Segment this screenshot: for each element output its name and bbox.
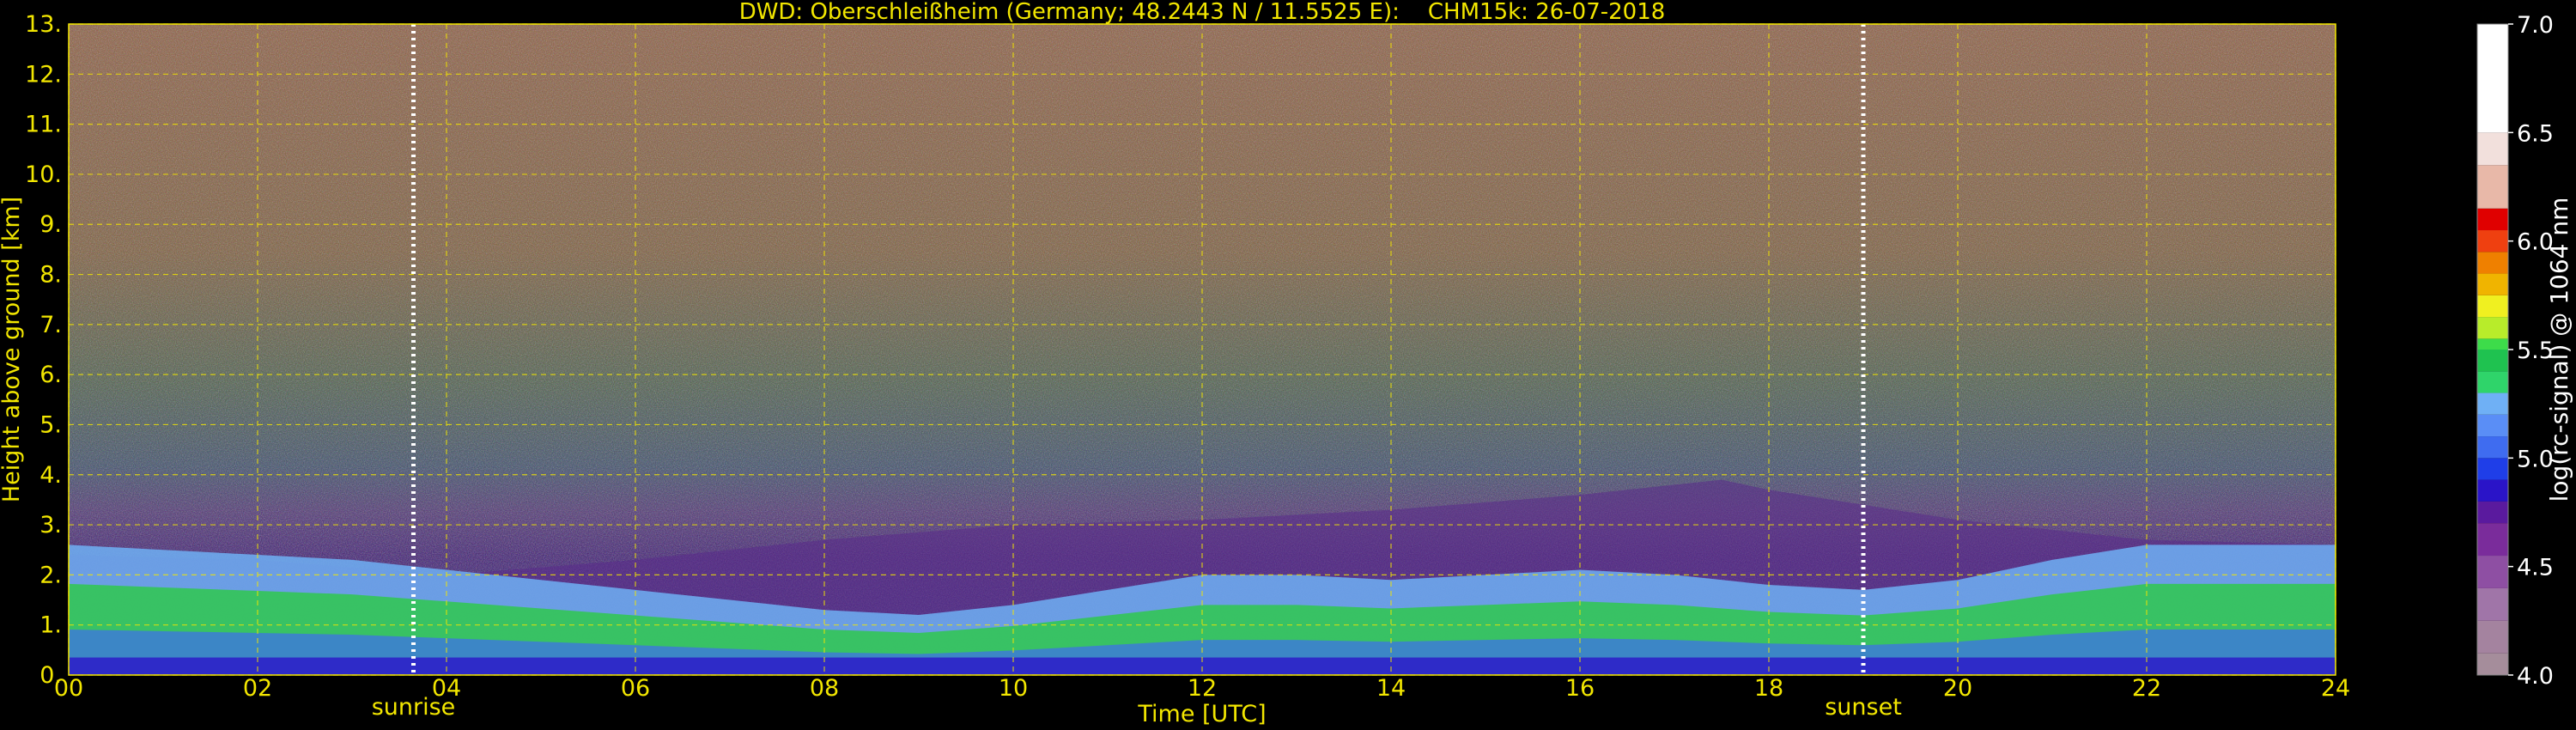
x-tick-label: 00: [54, 675, 83, 702]
colorbar-band: [2477, 653, 2508, 675]
colorbar-band: [2477, 252, 2508, 274]
plot-area: [68, 23, 2336, 676]
sunrise-label: sunrise: [372, 694, 456, 721]
colorbar-band: [2477, 479, 2508, 502]
colorbar-band: [2477, 317, 2508, 339]
y-tick-label: 11.: [25, 112, 62, 138]
y-tick-label: 2.: [39, 562, 62, 588]
colorbar-band: [2477, 24, 2508, 133]
colorbar-band: [2477, 273, 2508, 295]
colorbar-band: [2477, 338, 2508, 350]
y-tick-label: 8.: [39, 262, 62, 289]
x-tick-label: 02: [243, 675, 272, 702]
x-tick-label: 24: [2321, 675, 2350, 702]
colorbar-band: [2477, 620, 2508, 654]
y-tick-label: 6.: [39, 362, 62, 388]
chart-title: DWD: Oberschleißheim (Germany; 48.2443 N…: [739, 0, 1666, 25]
x-tick-label: 18: [1754, 675, 1783, 702]
colorbar-tick-label: 4.0: [2517, 663, 2554, 690]
x-tick-label: 16: [1565, 675, 1595, 702]
y-tick-label: 13.: [25, 11, 62, 38]
colorbar-band: [2477, 350, 2508, 372]
colorbar: 4.04.55.05.56.06.57.0 log(rc-signal) @ 1…: [2476, 12, 2573, 690]
sunset-label: sunset: [1825, 694, 1902, 721]
y-tick-label: 10.: [25, 161, 62, 188]
x-axis-label: Time [UTC]: [1137, 701, 1266, 727]
x-tick-label: 12: [1188, 675, 1217, 702]
colorbar-band: [2477, 392, 2508, 415]
colorbar-band: [2477, 165, 2508, 209]
x-tick-label: 14: [1376, 675, 1406, 702]
y-tick-label: 12.: [25, 61, 62, 88]
colorbar-bands: [2477, 24, 2508, 675]
colorbar-band: [2477, 458, 2508, 480]
y-tick-label: 3.: [39, 512, 62, 538]
x-tick-label: 10: [999, 675, 1028, 702]
y-tick-label: 4.: [39, 462, 62, 489]
colorbar-band: [2477, 295, 2508, 318]
colorbar-band: [2477, 587, 2508, 621]
lidar-chart: 0.1.2.3.4.5.6.7.8.9.10.11.12.13. 00 02 04 0…: [0, 0, 2573, 727]
colorbar-band: [2477, 371, 2508, 393]
x-tick-label: 22: [2132, 675, 2161, 702]
colorbar-band: [2477, 230, 2508, 252]
colorbar-tick-label: 7.0: [2517, 12, 2554, 39]
colorbar-tick-label: 4.5: [2517, 555, 2554, 581]
y-tick-label: 5.: [39, 411, 62, 438]
y-axis: 0.1.2.3.4.5.6.7.8.9.10.11.12.13.: [25, 11, 62, 689]
colorbar-band: [2477, 414, 2508, 437]
colorbar-band: [2477, 501, 2508, 524]
y-tick-label: 7.: [39, 312, 62, 338]
colorbar-band: [2477, 436, 2508, 459]
x-tick-label: 20: [1943, 675, 1972, 702]
colorbar-tick-label: 6.5: [2517, 120, 2554, 147]
colorbar-band: [2477, 132, 2508, 166]
colorbar-band: [2477, 523, 2508, 557]
y-axis-label: Height above ground [km]: [0, 197, 25, 502]
x-tick-label: 06: [621, 675, 650, 702]
y-tick-label: 9.: [39, 211, 62, 238]
annotations: sunrise sunset: [372, 694, 1902, 721]
colorbar-band: [2477, 208, 2508, 231]
colorbar-label: log(rc-signal) @ 1064 nm: [2545, 198, 2573, 502]
y-tick-label: 1.: [39, 612, 62, 639]
colorbar-band: [2477, 556, 2508, 588]
x-tick-label: 08: [810, 675, 839, 702]
